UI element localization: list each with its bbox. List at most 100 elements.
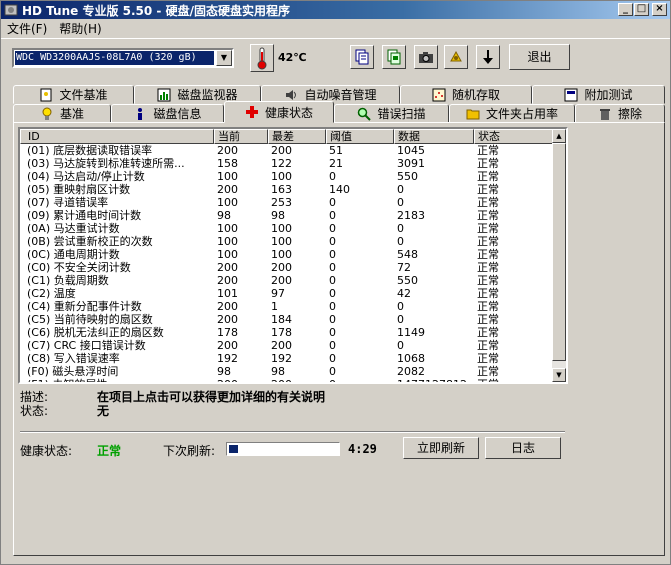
- column-header-worst[interactable]: 最差: [268, 129, 326, 144]
- column-header-current[interactable]: 当前: [214, 129, 268, 144]
- tab-label: 附加测试: [584, 88, 633, 102]
- drive-dropdown[interactable]: WDC WD3200AAJS-08L7A0 (320 gB) ▼: [12, 48, 234, 68]
- cell-id: (C0) 不安全关闭计数: [27, 261, 131, 274]
- cell-status: 正常: [474, 378, 554, 382]
- table-row[interactable]: (0C) 通电周期计数 100 100 0 548 正常: [20, 248, 554, 261]
- cell-threshold: 0: [329, 352, 336, 365]
- toolbar: WDC WD3200AAJS-08L7A0 (320 gB) ▼ 42℃ 退出: [1, 38, 670, 74]
- tab-file-benchmark[interactable]: 文件基准: [13, 85, 134, 104]
- title-bar[interactable]: HD Tune 专业版 5.50 - 硬盘/固态硬盘实用程序 _ □ ×: [1, 1, 670, 19]
- cell-data: 1068: [397, 352, 425, 365]
- copy-screen-button[interactable]: [382, 45, 406, 69]
- screenshot-button[interactable]: [414, 45, 438, 69]
- cell-threshold: 0: [329, 339, 336, 352]
- table-row[interactable]: (01) 底层数据读取错误率 200 200 51 1045 正常: [20, 144, 554, 157]
- tab-label: 健康状态: [264, 105, 313, 120]
- refresh-now-button[interactable]: 立即刷新: [403, 437, 479, 459]
- scrollbar-thumb[interactable]: [552, 143, 566, 361]
- cell-id: (C2) 温度: [27, 287, 76, 300]
- app-window: HD Tune 专业版 5.50 - 硬盘/固态硬盘实用程序 _ □ × 文件(…: [0, 0, 671, 565]
- table-row[interactable]: (C0) 不安全关闭计数 200 200 0 72 正常: [20, 261, 554, 274]
- tab-erase[interactable]: 擦除: [575, 104, 665, 123]
- table-row[interactable]: (04) 马达启动/停止计数 100 100 0 550 正常: [20, 170, 554, 183]
- cell-data: 2082: [397, 365, 425, 378]
- tab-benchmark[interactable]: 基准: [13, 104, 111, 123]
- table-row[interactable]: (F1) 未知的属性20020001477127812正常: [20, 378, 554, 382]
- scroll-up-icon[interactable]: ▲: [552, 129, 566, 143]
- cell-status: 正常: [477, 157, 499, 170]
- table-row[interactable]: (C5) 当前待映射的扇区数 200 184 0 0 正常: [20, 313, 554, 326]
- tab-disk-info[interactable]: 磁盘信息: [111, 104, 224, 123]
- vertical-scrollbar[interactable]: ▲ ▼: [552, 129, 566, 382]
- cell-status: 正常: [477, 222, 499, 235]
- tab-random-access[interactable]: 随机存取: [400, 85, 532, 104]
- table-row[interactable]: (C4) 重新分配事件计数 200 1 0 0 正常: [20, 300, 554, 313]
- thermometer-icon: [250, 44, 274, 72]
- cell-current: 100: [217, 235, 238, 248]
- table-row[interactable]: (07) 寻道错误率 100 253 0 0 正常: [20, 196, 554, 209]
- cell-current: 100: [217, 248, 238, 261]
- table-row[interactable]: (C2) 温度 101 97 0 42 正常: [20, 287, 554, 300]
- tab-health[interactable]: 健康状态: [224, 101, 334, 123]
- health-panel: ID 当前 最差 阈值 数据 状态 (01) 底层数据读取错误率 200 200 51…: [13, 122, 665, 556]
- trash-icon: [598, 107, 612, 121]
- cell-status: 正常: [477, 170, 499, 183]
- cell-current: 200: [217, 313, 238, 326]
- table-row[interactable]: (C8) 写入错误速率 192 192 0 1068 正常: [20, 352, 554, 365]
- cell-current: 200: [217, 339, 238, 352]
- tab-folder-usage[interactable]: 文件夹占用率: [449, 104, 575, 123]
- column-header-threshold[interactable]: 阈值: [326, 129, 394, 144]
- refresh-progress-bar: [226, 442, 340, 456]
- log-button[interactable]: 日志: [485, 437, 561, 459]
- refresh-progress-fill: [229, 445, 238, 453]
- tab-error-scan[interactable]: 错误扫描: [334, 104, 449, 123]
- menu-bar: 文件(F) 帮助(H): [1, 19, 670, 38]
- scroll-down-icon[interactable]: ▼: [552, 368, 566, 382]
- chevron-down-icon[interactable]: ▼: [216, 50, 232, 66]
- cell-data: 0: [397, 196, 404, 209]
- cell-id: (C4) 重新分配事件计数: [27, 300, 142, 313]
- exit-button[interactable]: 退出: [509, 44, 570, 70]
- cell-current: 101: [217, 287, 238, 300]
- column-header-status[interactable]: 状态: [474, 129, 554, 144]
- table-row[interactable]: (05) 重映射扇区计数 200 163 140 0 正常: [20, 183, 554, 196]
- table-row[interactable]: (09) 累计通电时间计数 98 98 0 2183 正常: [20, 209, 554, 222]
- tab-extra-tests[interactable]: 附加测试: [532, 85, 665, 104]
- menu-help[interactable]: 帮助(H): [53, 20, 107, 37]
- table-row[interactable]: (0A) 马达重试计数 100 100 0 0 正常: [20, 222, 554, 235]
- cell-data: 0: [397, 300, 404, 313]
- smart-attribute-list[interactable]: ID 当前 最差 阈值 数据 状态 (01) 底层数据读取错误率 200 200 51…: [18, 127, 568, 384]
- red-cross-icon: [245, 105, 259, 119]
- table-row[interactable]: (C6) 脱机无法纠正的扇区数 178 178 0 1149 正常: [20, 326, 554, 339]
- table-row[interactable]: (C7) CRC 接口错误计数 200 200 0 0 正常: [20, 339, 554, 352]
- cell-worst: 163: [271, 183, 292, 196]
- copy-text-icon: [355, 49, 369, 65]
- close-button[interactable]: ×: [652, 3, 667, 16]
- table-row[interactable]: (F0) 磁头悬浮时间 98 98 0 2082 正常: [20, 365, 554, 378]
- table-row[interactable]: (0B) 尝试重新校正的次数 100 100 0 0 正常: [20, 235, 554, 248]
- tab-label: 文件基准: [59, 88, 108, 102]
- menu-file[interactable]: 文件(F): [1, 20, 53, 37]
- status-label: 状态:: [20, 404, 49, 418]
- cell-current: 100: [217, 222, 238, 235]
- column-header-id[interactable]: ID: [20, 129, 214, 144]
- table-row[interactable]: (03) 马达旋转到标准转速所需... 158 122 21 3091 正常: [20, 157, 554, 170]
- copy-text-button[interactable]: [350, 45, 374, 69]
- window-title: HD Tune 专业版 5.50 - 硬盘/固态硬盘实用程序: [22, 3, 290, 18]
- info-icon: [133, 107, 147, 121]
- cell-worst: 98: [271, 209, 285, 222]
- table-row[interactable]: (C1) 负载周期数 200 200 0 550 正常: [20, 274, 554, 287]
- maximize-button[interactable]: □: [634, 3, 649, 16]
- save-button[interactable]: [476, 45, 500, 69]
- options-button[interactable]: [444, 45, 468, 69]
- cell-id: (01) 底层数据读取错误率: [27, 144, 153, 157]
- cell-id: (C6) 脱机无法纠正的扇区数: [27, 326, 164, 339]
- drive-selected-value: WDC WD3200AAJS-08L7A0 (320 gB): [15, 51, 214, 65]
- speaker-icon: [284, 88, 298, 102]
- cell-status: 正常: [477, 352, 499, 365]
- column-header-data[interactable]: 数据: [394, 129, 474, 144]
- tab-label: 随机存取: [451, 88, 500, 102]
- cell-threshold: 0: [329, 209, 336, 222]
- cell-id: (C1) 负载周期数: [27, 274, 109, 287]
- minimize-button[interactable]: _: [618, 3, 633, 16]
